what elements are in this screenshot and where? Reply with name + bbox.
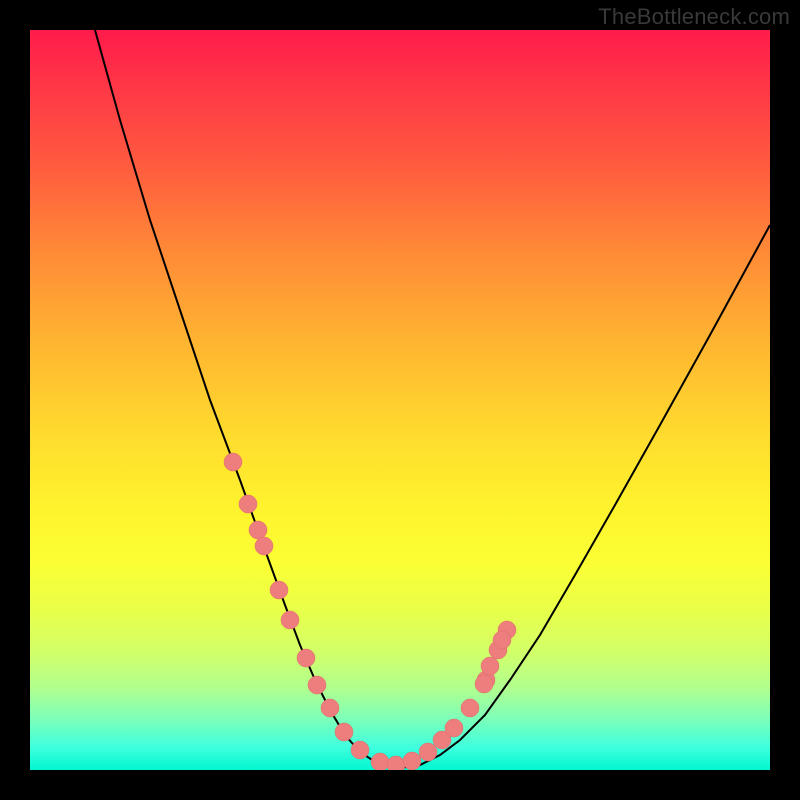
- curve-dot: [387, 756, 405, 770]
- curve-dot: [239, 495, 257, 513]
- curve-dot: [297, 649, 315, 667]
- curve-dot: [321, 699, 339, 717]
- curve-dot: [403, 752, 421, 770]
- curve-dot: [308, 676, 326, 694]
- watermark-text: TheBottleneck.com: [598, 4, 790, 30]
- curve-dot: [281, 611, 299, 629]
- curve-dot: [224, 453, 242, 471]
- curve-dot: [475, 675, 493, 693]
- curve-dot: [419, 743, 437, 761]
- plot-area: [30, 30, 770, 770]
- curve-dot: [351, 741, 369, 759]
- curve-dot: [481, 657, 499, 675]
- dot-group: [224, 453, 516, 770]
- outer-frame: TheBottleneck.com: [0, 0, 800, 800]
- curve-dot: [255, 537, 273, 555]
- curve-dot: [493, 631, 511, 649]
- curve-dot: [461, 699, 479, 717]
- curve-dot: [371, 753, 389, 770]
- curve-dot: [249, 521, 267, 539]
- curve-path: [95, 30, 770, 768]
- curve-dot: [445, 719, 463, 737]
- curve-dot: [270, 581, 288, 599]
- curve-dot: [335, 723, 353, 741]
- chart-svg: [30, 30, 770, 770]
